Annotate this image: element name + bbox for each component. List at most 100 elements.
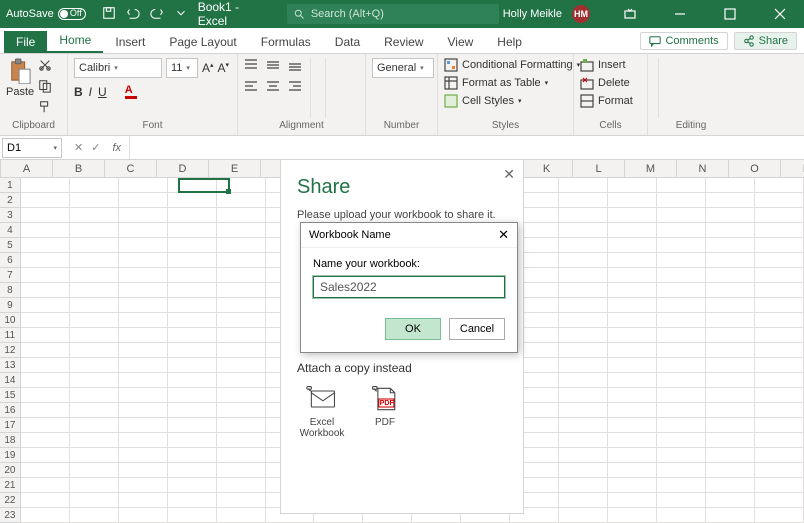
cell[interactable] — [70, 208, 119, 223]
cell[interactable] — [217, 283, 266, 298]
cell[interactable] — [608, 358, 657, 373]
column-header[interactable]: O — [729, 160, 781, 177]
cell[interactable] — [657, 433, 706, 448]
cell[interactable] — [70, 223, 119, 238]
cell[interactable] — [168, 268, 217, 283]
cell[interactable] — [706, 178, 755, 193]
cell[interactable] — [755, 193, 804, 208]
row-header[interactable]: 10 — [0, 313, 21, 328]
cell[interactable] — [657, 418, 706, 433]
cell[interactable] — [706, 388, 755, 403]
cell[interactable] — [657, 388, 706, 403]
cell[interactable] — [21, 373, 70, 388]
cancel-button[interactable]: Cancel — [449, 318, 505, 340]
cell[interactable] — [70, 298, 119, 313]
name-box[interactable]: D1▾ — [2, 138, 62, 158]
align-mid-icon[interactable] — [266, 58, 284, 75]
cell[interactable] — [217, 193, 266, 208]
row-header[interactable]: 6 — [0, 253, 21, 268]
cell[interactable] — [657, 343, 706, 358]
cell[interactable] — [755, 478, 804, 493]
delete-cells-button[interactable]: Delete — [580, 76, 633, 90]
row-header[interactable]: 15 — [0, 388, 21, 403]
format-painter-icon[interactable] — [38, 100, 52, 117]
number-format-select[interactable]: General▾ — [372, 58, 434, 78]
cell[interactable] — [168, 418, 217, 433]
cell[interactable] — [706, 223, 755, 238]
cell[interactable] — [706, 448, 755, 463]
cell[interactable] — [217, 508, 266, 523]
cell[interactable] — [559, 313, 608, 328]
cell[interactable] — [706, 208, 755, 223]
cell[interactable] — [119, 268, 168, 283]
cell[interactable] — [706, 418, 755, 433]
cell[interactable] — [119, 238, 168, 253]
cell[interactable] — [755, 343, 804, 358]
cell[interactable] — [608, 493, 657, 508]
cell[interactable] — [217, 223, 266, 238]
format-as-table-button[interactable]: Format as Table▾ — [444, 76, 580, 90]
row-header[interactable]: 13 — [0, 358, 21, 373]
cell[interactable] — [70, 268, 119, 283]
cell[interactable] — [21, 178, 70, 193]
row-header[interactable]: 21 — [0, 478, 21, 493]
column-header[interactable]: A — [1, 160, 53, 177]
cell[interactable] — [559, 208, 608, 223]
cell[interactable] — [119, 373, 168, 388]
cell[interactable] — [608, 238, 657, 253]
cell[interactable] — [608, 223, 657, 238]
cell[interactable] — [657, 358, 706, 373]
row-header[interactable]: 2 — [0, 193, 21, 208]
redo-icon[interactable] — [150, 6, 164, 23]
cell[interactable] — [559, 448, 608, 463]
align-bot-icon[interactable] — [288, 58, 306, 75]
row-header[interactable]: 23 — [0, 508, 21, 523]
column-header[interactable]: M — [625, 160, 677, 177]
cell[interactable] — [217, 493, 266, 508]
cell[interactable] — [119, 283, 168, 298]
cell[interactable] — [168, 343, 217, 358]
row-header[interactable]: 19 — [0, 448, 21, 463]
cell[interactable] — [119, 403, 168, 418]
cell[interactable] — [559, 238, 608, 253]
cell[interactable] — [559, 403, 608, 418]
decrease-font-icon[interactable]: A▾ — [218, 61, 230, 75]
cell[interactable] — [119, 433, 168, 448]
cell[interactable] — [217, 343, 266, 358]
cell[interactable] — [70, 343, 119, 358]
row-header[interactable]: 20 — [0, 463, 21, 478]
cell[interactable] — [168, 388, 217, 403]
row-header[interactable]: 22 — [0, 493, 21, 508]
cell[interactable] — [755, 358, 804, 373]
column-header[interactable]: P — [781, 160, 804, 177]
cell[interactable] — [168, 373, 217, 388]
cell[interactable] — [70, 238, 119, 253]
cell[interactable] — [559, 298, 608, 313]
cell[interactable] — [755, 178, 804, 193]
tab-view[interactable]: View — [436, 31, 486, 53]
share-button[interactable]: Share — [734, 32, 797, 50]
cell[interactable] — [559, 328, 608, 343]
cell[interactable] — [168, 403, 217, 418]
cell[interactable] — [70, 193, 119, 208]
cell[interactable] — [608, 193, 657, 208]
autosave-toggle[interactable]: AutoSave Off — [0, 8, 92, 20]
cell[interactable] — [706, 478, 755, 493]
cell[interactable] — [168, 283, 217, 298]
cell[interactable] — [706, 493, 755, 508]
cell[interactable] — [70, 328, 119, 343]
align-left-icon[interactable] — [244, 79, 262, 96]
cell[interactable] — [608, 298, 657, 313]
align-top-icon[interactable] — [244, 58, 262, 75]
cell[interactable] — [217, 238, 266, 253]
cell[interactable] — [706, 358, 755, 373]
cell[interactable] — [119, 463, 168, 478]
cell[interactable] — [657, 178, 706, 193]
cell[interactable] — [559, 193, 608, 208]
cell[interactable] — [608, 448, 657, 463]
cell[interactable] — [21, 253, 70, 268]
cell[interactable] — [168, 193, 217, 208]
cell[interactable] — [21, 493, 70, 508]
format-cells-button[interactable]: Format — [580, 94, 633, 108]
cell[interactable] — [755, 238, 804, 253]
